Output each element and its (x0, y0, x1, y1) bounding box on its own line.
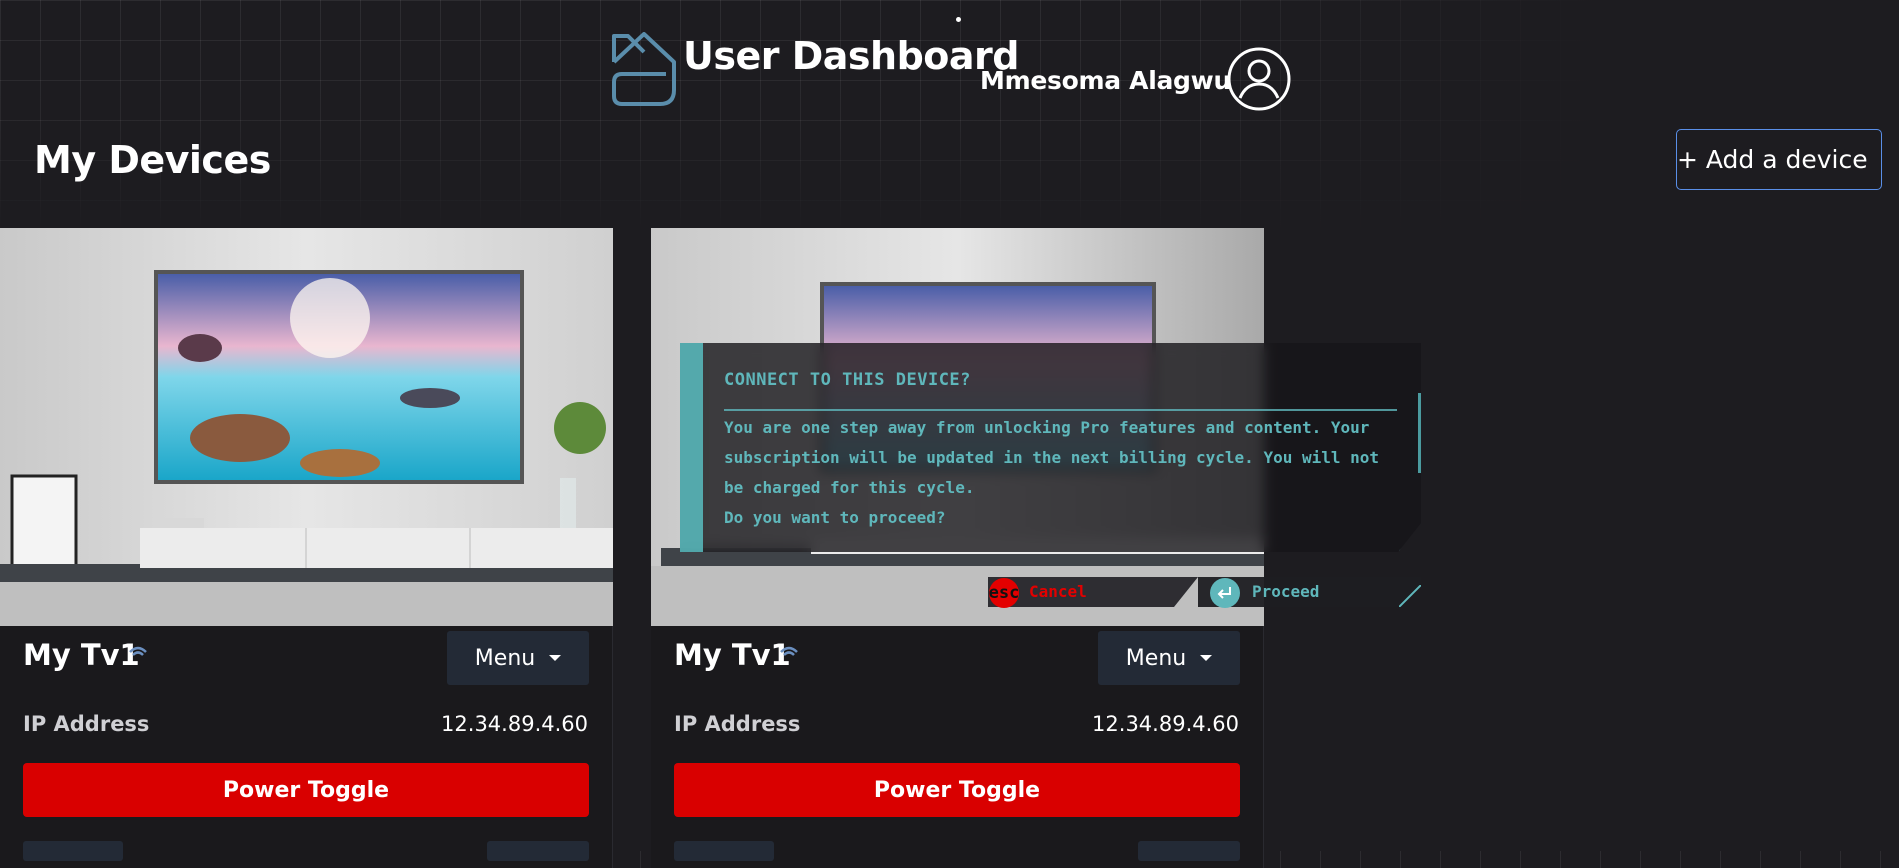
corner-decoration (1399, 530, 1421, 552)
device-name: My Tv1 (674, 638, 791, 672)
secondary-button[interactable] (23, 841, 123, 861)
section-title: My Devices (34, 138, 271, 182)
caret-down-icon (549, 655, 562, 661)
dialog-accent-bar (680, 343, 703, 552)
user-name: Mmesoma Alagwu (980, 66, 1231, 95)
user-avatar-icon[interactable] (1226, 46, 1292, 112)
caret-down-icon (1200, 655, 1213, 661)
secondary-button[interactable] (674, 841, 774, 861)
cancel-action[interactable] (988, 577, 1198, 607)
cancel-button[interactable]: Cancel (1029, 582, 1087, 601)
secondary-button[interactable] (487, 841, 589, 861)
ip-value: 12.34.89.4.60 (441, 712, 588, 736)
dialog-question: Do you want to proceed? (724, 508, 946, 527)
connect-dialog: CONNECT TO THIS DEVICE? You are one step… (680, 343, 1421, 552)
device-card: My Tv1 Menu IP Address 12.34.89.4.60 Pow… (0, 228, 613, 868)
power-toggle-button[interactable]: Power Toggle (674, 763, 1240, 817)
power-toggle-button[interactable]: Power Toggle (23, 763, 589, 817)
dialog-title: CONNECT TO THIS DEVICE? (724, 370, 971, 390)
house-logo-icon (612, 32, 676, 106)
dialog-side-accent (1418, 393, 1421, 473)
menu-label: Menu (1125, 645, 1187, 671)
decor-dot (956, 17, 961, 22)
device-menu-button[interactable]: Menu (447, 631, 589, 685)
add-device-label: + Add a device (1677, 145, 1868, 174)
page-title: User Dashboard (683, 34, 1019, 78)
dialog-body: You are one step away from unlocking Pro… (724, 413, 1404, 533)
dialog-divider (724, 409, 1397, 411)
ip-label: IP Address (674, 712, 801, 736)
secondary-button[interactable] (1138, 841, 1240, 861)
corner-decoration (1399, 585, 1421, 607)
device-name: My Tv1 (23, 638, 140, 672)
device-menu-button[interactable]: Menu (1098, 631, 1240, 685)
enter-key-icon[interactable] (1210, 578, 1240, 608)
esc-key-badge[interactable]: esc (989, 578, 1019, 608)
ip-label: IP Address (23, 712, 150, 736)
proceed-button[interactable]: Proceed (1252, 582, 1319, 601)
wifi-icon (129, 646, 147, 656)
ip-value: 12.34.89.4.60 (1092, 712, 1239, 736)
wifi-icon (780, 646, 798, 656)
add-device-button[interactable]: + Add a device (1676, 129, 1882, 190)
menu-label: Menu (474, 645, 536, 671)
dialog-message: You are one step away from unlocking Pro… (724, 418, 1380, 497)
tv-photo (0, 228, 613, 626)
